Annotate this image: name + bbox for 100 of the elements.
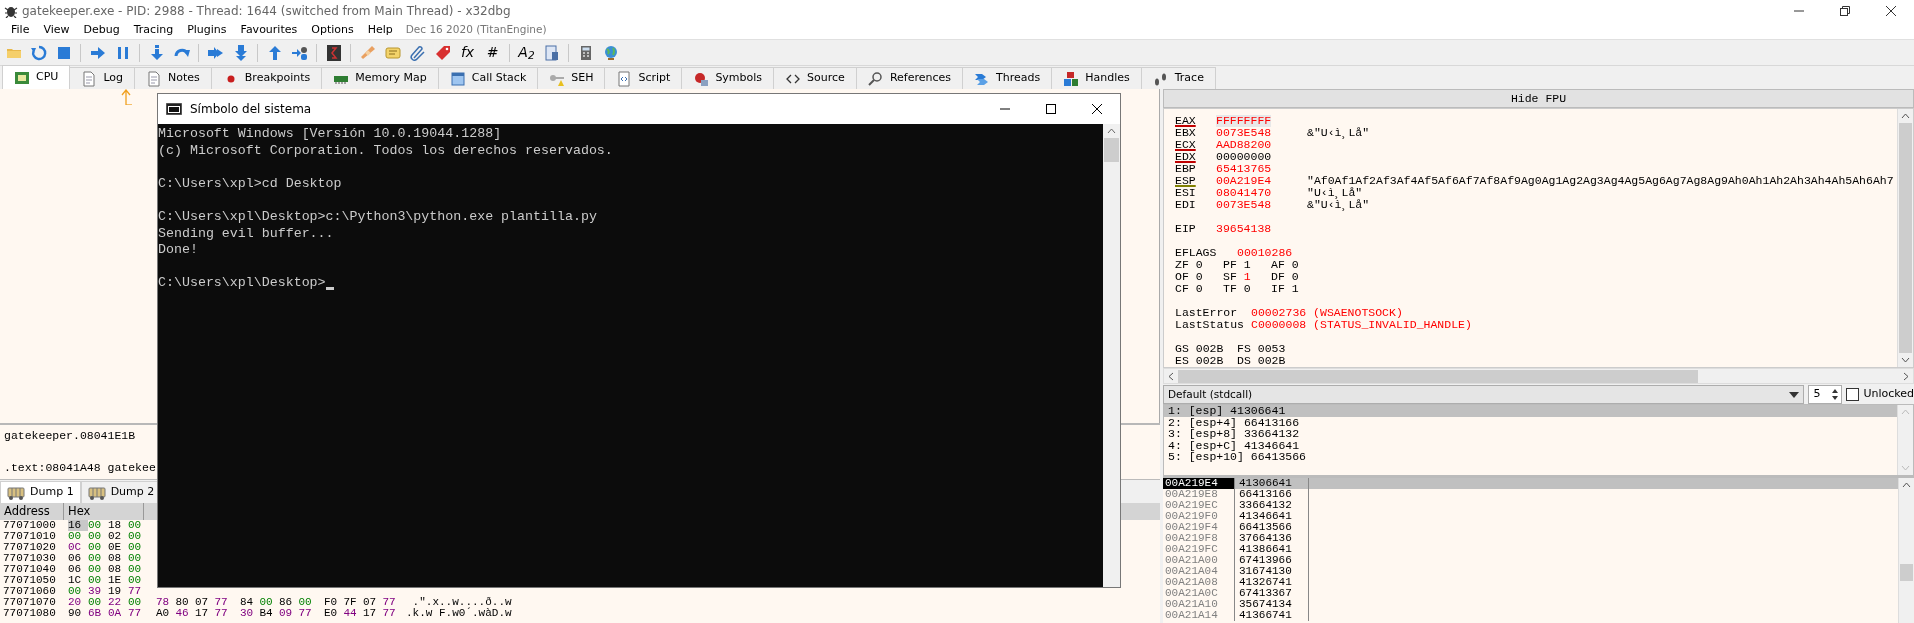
register-name[interactable]: FS [1237, 343, 1251, 355]
arrow-right-icon [89, 44, 106, 61]
flag-value[interactable]: 0 [1291, 271, 1299, 283]
tab[interactable]: Symbols [681, 67, 775, 89]
tab[interactable]: SEH [537, 67, 606, 89]
value-cell: 41366741 [1235, 610, 1309, 621]
menu-item[interactable]: Help [360, 21, 400, 39]
tab[interactable]: Dump 1 [0, 481, 81, 503]
hex-byte: 1C [68, 575, 83, 586]
menu-item[interactable]: Options [304, 21, 361, 39]
register-name[interactable]: EDX [1175, 151, 1216, 163]
flag-value[interactable]: 0 [1195, 283, 1203, 295]
scroll-thumb[interactable] [1900, 564, 1913, 581]
flag-name[interactable]: TF [1223, 283, 1237, 295]
menu-item[interactable]: Tracing [126, 21, 181, 39]
register-name[interactable]: EBX [1175, 127, 1216, 139]
register-value[interactable]: 0053 [1257, 343, 1286, 355]
tab[interactable]: Handles [1051, 67, 1142, 89]
tab[interactable]: CPU [2, 65, 71, 89]
flag-name[interactable]: PF [1223, 259, 1237, 271]
flag-name[interactable]: OF [1175, 271, 1189, 283]
register-name[interactable]: EDI [1175, 199, 1216, 211]
toolbar-button[interactable]: # [481, 41, 504, 64]
argument-row[interactable]: 3: [esp+8] 33664132 [1164, 428, 1897, 440]
flag-name[interactable]: DF [1271, 271, 1285, 283]
register-name[interactable]: EIP [1175, 223, 1216, 235]
tab[interactable]: Log [69, 67, 136, 89]
register-value[interactable]: 0073E548 [1216, 127, 1307, 139]
register-name[interactable]: ESP [1175, 175, 1216, 187]
scrollbar[interactable] [1163, 368, 1914, 384]
argument-row[interactable]: 2: [esp+4] 66413166 [1164, 416, 1897, 428]
scroll-thumb[interactable] [1104, 138, 1119, 162]
flag-name[interactable]: IF [1271, 283, 1285, 295]
checkbox[interactable] [1846, 388, 1860, 401]
value-cell: 41386641 [1235, 544, 1309, 555]
register-value[interactable]: C0000008 (STATUS_INVALID_HANDLE) [1251, 319, 1472, 331]
flag-value[interactable]: 0 [1291, 259, 1299, 271]
register-name[interactable]: ECX [1175, 139, 1216, 151]
register-name[interactable]: ESI [1175, 187, 1216, 199]
register-value[interactable]: 39654138 [1216, 223, 1272, 235]
register-name[interactable]: ES [1175, 355, 1189, 367]
register-name[interactable]: DS [1237, 355, 1251, 367]
menu-item[interactable]: File [4, 21, 37, 39]
register-value[interactable]: 00002736 (WSAENOTSOCK) [1251, 307, 1403, 319]
scrollbar[interactable] [1898, 478, 1914, 623]
argument-row[interactable]: 4: [esp+C] 41346641 [1164, 439, 1897, 451]
hex-byte: 0E [108, 542, 123, 553]
toolbar-button[interactable]: A$_{2}$ [515, 41, 538, 64]
register-value[interactable]: 0073E548 [1216, 199, 1307, 211]
register-value[interactable]: 002B [1195, 355, 1224, 367]
register-name[interactable]: EAX [1175, 115, 1216, 127]
scrollbar[interactable] [1897, 109, 1913, 367]
hex-byte: 20 [68, 597, 83, 608]
flag-value[interactable]: 1 [1243, 259, 1251, 271]
register-value[interactable]: 00010286 [1237, 247, 1293, 259]
tab[interactable]: Call Stack [437, 67, 539, 89]
fpu-toggle-button[interactable]: Hide FPU [1163, 89, 1914, 108]
scroll-thumb[interactable] [1178, 369, 1698, 383]
flag-value[interactable]: 1 [1291, 283, 1299, 295]
register-name[interactable]: EFLAGS [1175, 247, 1237, 259]
register-value[interactable]: AAD88200 [1216, 139, 1307, 151]
maximize-icon [1045, 103, 1057, 115]
flag-value[interactable]: 0 [1243, 283, 1251, 295]
register-value[interactable]: 00A219E4 [1216, 175, 1307, 187]
scroll-thumb[interactable] [1899, 123, 1912, 353]
console-line: C:\Users\xpl\Desktop> [158, 275, 326, 292]
flag-name[interactable]: ZF [1175, 259, 1189, 271]
argument-row[interactable]: 1: [esp] 41306641 [1164, 405, 1897, 417]
register-value[interactable]: 002B [1257, 355, 1286, 367]
flag-name[interactable]: AF [1271, 259, 1285, 271]
register-name[interactable]: EBP [1175, 163, 1216, 175]
hex-byte: 17 [195, 608, 210, 619]
register-name[interactable]: GS [1175, 343, 1189, 355]
tab[interactable]: Notes [134, 67, 212, 89]
flag-value[interactable]: 1 [1243, 271, 1251, 283]
flag-name[interactable]: CF [1175, 283, 1189, 295]
hex-byte: 84 [240, 597, 255, 608]
scrollbar[interactable] [1897, 405, 1913, 475]
calling-convention-dropdown[interactable]: Default (stdcall) [1163, 385, 1805, 404]
tab[interactable]: References [855, 67, 963, 89]
flag-value[interactable]: 0 [1195, 259, 1203, 271]
register-value[interactable]: 00000000 [1216, 151, 1307, 163]
scrollbar[interactable] [1103, 124, 1120, 587]
register-value[interactable]: 08041470 [1216, 187, 1307, 199]
register-value[interactable]: 65413765 [1216, 163, 1307, 175]
register-name[interactable]: LastError [1175, 307, 1251, 319]
checkbox-label: Unlocked [1863, 386, 1914, 403]
menu-item[interactable]: Plugins [180, 21, 234, 39]
tab[interactable]: Script [604, 67, 683, 89]
tab[interactable]: Trace [1140, 67, 1216, 89]
menu-item[interactable]: Favourites [233, 21, 305, 39]
argument-count-spinner[interactable]: 5 [1808, 385, 1843, 404]
flag-value[interactable]: 0 [1195, 271, 1203, 283]
menu-item[interactable]: Debug [76, 21, 127, 39]
menu-item[interactable]: View [36, 21, 77, 39]
argument-row[interactable]: 5: [esp+10] 66413566 [1164, 451, 1897, 463]
flag-name[interactable]: SF [1223, 271, 1237, 283]
register-name[interactable]: LastStatus [1175, 319, 1251, 331]
toolbar-button[interactable]: fx [456, 41, 479, 64]
register-value[interactable]: 002B [1195, 343, 1224, 355]
